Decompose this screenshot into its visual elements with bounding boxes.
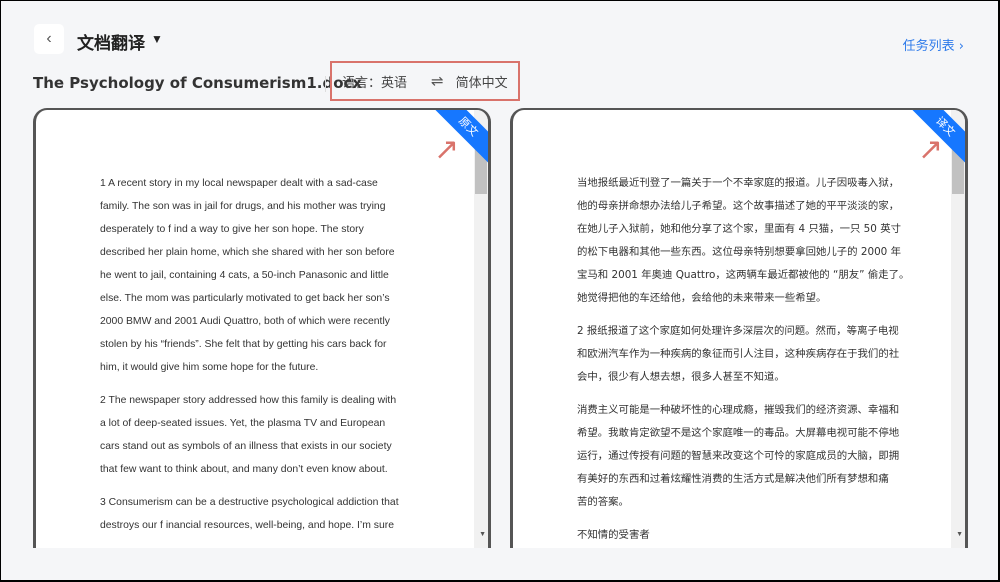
paragraph: 不知情的受害者 xyxy=(577,529,650,541)
paragraph: 2 The newspaper story addressed how this… xyxy=(100,395,397,475)
file-name: The Psychology of Consumerism1.docx xyxy=(33,74,363,92)
paragraph: 1 A recent story in my local newspaper d… xyxy=(100,178,395,373)
caret-down-icon[interactable]: ▼ xyxy=(151,32,163,46)
source-language: 语言：英语 xyxy=(342,75,408,91)
divider xyxy=(325,76,326,92)
paragraph: 3 Consumerism can be a destructive psych… xyxy=(100,497,399,531)
scroll-down-icon[interactable]: ▼ xyxy=(479,531,486,538)
app-window: ‹ 文档翻译 ▼ 任务列表 › The Psychology of Consum… xyxy=(1,1,998,580)
paragraph: 2 报纸报道了这个家庭如何处理许多深层次的问题。然而，等离子电视 和欧洲汽车作为… xyxy=(577,325,900,383)
target-panel: 当地报纸最近刊登了一篇关于一个不幸家庭的报道。儿子因吸毒入狱， 他的母亲拼命想办… xyxy=(510,108,968,548)
swap-icon[interactable]: ⇌ xyxy=(431,72,444,90)
page-title: 文档翻译 xyxy=(77,34,145,54)
paragraph: 消费主义可能是一种破坏性的心理成瘾，摧毁我们的经济资源、幸福和 希望。我敢肯定欲… xyxy=(577,404,900,508)
language-selector[interactable]: 语言：英语 ⇌ 简体中文 xyxy=(330,61,520,101)
paragraph: 当地报纸最近刊登了一篇关于一个不幸家庭的报道。儿子因吸毒入狱， 他的母亲拼命想办… xyxy=(577,177,910,304)
scroll-down-icon[interactable]: ▼ xyxy=(956,531,963,538)
source-panel: 1 A recent story in my local newspaper d… xyxy=(33,108,491,548)
scrollbar[interactable]: ▼ xyxy=(951,110,965,548)
chevron-left-icon: ‹ xyxy=(46,30,52,47)
annotation-arrow-icon: ↗ xyxy=(918,133,944,166)
source-document: 1 A recent story in my local newspaper d… xyxy=(100,172,399,547)
annotation-arrow-icon: ↗ xyxy=(434,133,460,166)
target-document: 当地报纸最近刊登了一篇关于一个不幸家庭的报道。儿子因吸毒入狱， 他的母亲拼命想办… xyxy=(577,172,909,548)
scrollbar[interactable]: ▼ xyxy=(474,110,488,548)
task-list-link[interactable]: 任务列表 › xyxy=(903,35,964,54)
back-button[interactable]: ‹ xyxy=(34,24,64,54)
target-language[interactable]: 简体中文 xyxy=(456,72,508,91)
